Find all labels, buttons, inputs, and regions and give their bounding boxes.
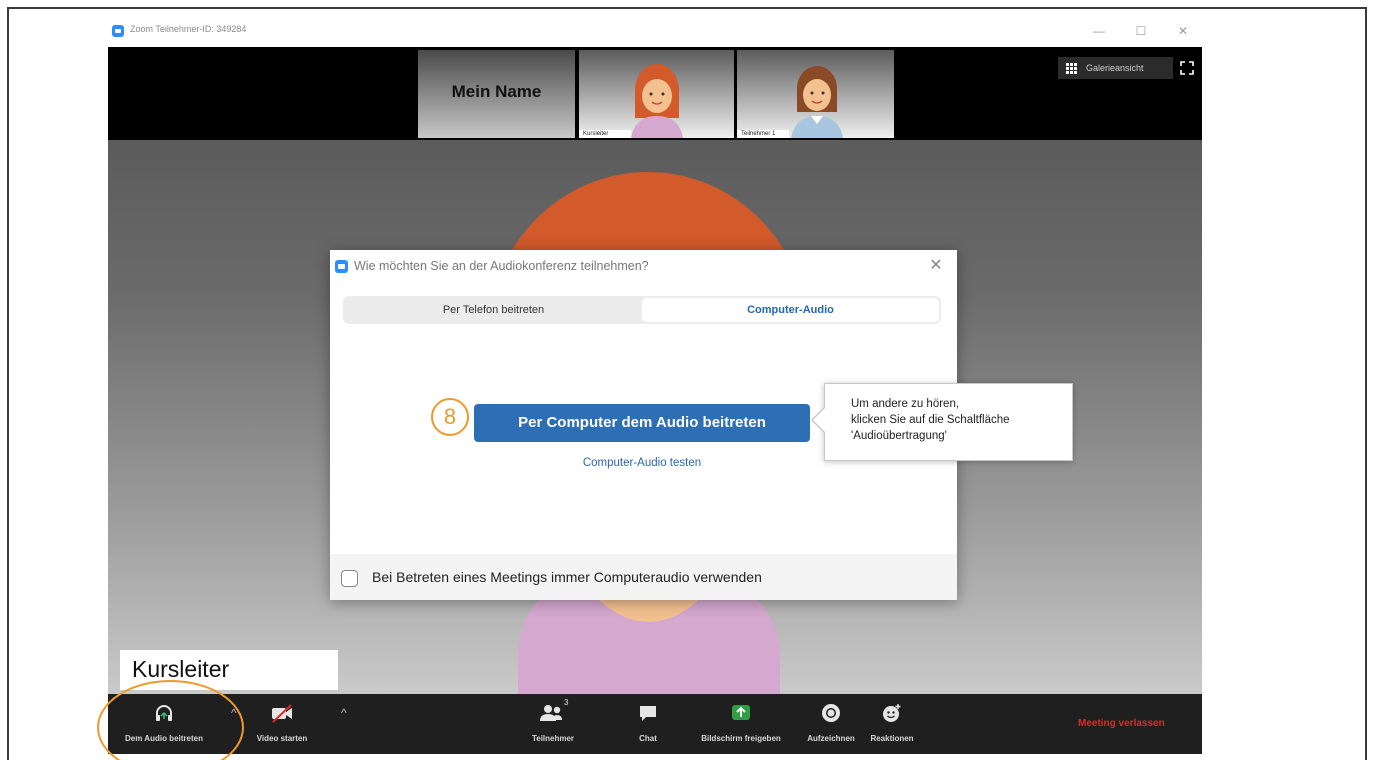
self-thumbnail[interactable]: Mein Name bbox=[418, 50, 575, 138]
audio-tooltip: Um andere zu hören, klicken Sie auf die … bbox=[811, 383, 1073, 461]
audio-tabs: Per Telefon beitreten Computer-Audio bbox=[343, 296, 941, 324]
always-computer-audio-label: Bei Betreten eines Meetings immer Comput… bbox=[372, 569, 762, 585]
fullscreen-icon bbox=[1180, 61, 1194, 75]
thumbnail-strip: Mein Name Kursleiter Teilnehmer 1 Galeri… bbox=[108, 47, 1202, 140]
zoom-app-icon bbox=[112, 25, 124, 37]
kursleiter-avatar bbox=[631, 64, 683, 138]
dialog-title: Wie möchten Sie an der Audiokonferenz te… bbox=[354, 259, 649, 273]
share-screen-button[interactable]: Bildschirm freigeben bbox=[686, 694, 796, 754]
participants-label: Teilnehmer bbox=[531, 734, 575, 743]
participant-thumbnail[interactable]: Teilnehmer 1 bbox=[737, 50, 894, 138]
gallery-view-button[interactable]: Galerieansicht bbox=[1058, 57, 1173, 79]
reactions-label: Reaktionen bbox=[870, 734, 914, 743]
window-title: Zoom Teilnehmer-ID: 349284 bbox=[130, 24, 247, 34]
maximize-button[interactable]: ☐ bbox=[1130, 22, 1152, 40]
step-number-badge: 8 bbox=[431, 398, 469, 436]
tab-computer-audio[interactable]: Computer-Audio bbox=[642, 298, 939, 322]
start-video-label: Video starten bbox=[256, 734, 308, 743]
record-button[interactable]: Aufzeichnen bbox=[802, 694, 860, 754]
share-screen-label: Bildschirm freigeben bbox=[701, 734, 781, 743]
test-computer-audio-link[interactable]: Computer-Audio testen bbox=[550, 457, 734, 469]
window-titlebar: Zoom Teilnehmer-ID: 349284 — ☐ ✕ bbox=[108, 17, 1202, 45]
chat-icon bbox=[640, 706, 656, 721]
reactions-icon bbox=[883, 704, 901, 722]
video-off-icon bbox=[272, 704, 292, 723]
join-computer-audio-button[interactable]: Per Computer dem Audio beitreten bbox=[474, 404, 810, 442]
fullscreen-button[interactable] bbox=[1176, 57, 1198, 79]
dialog-footer: Bei Betreten eines Meetings immer Comput… bbox=[330, 554, 957, 600]
chat-button[interactable]: Chat bbox=[623, 694, 673, 754]
participants-button[interactable]: 3 Teilnehmer bbox=[518, 694, 588, 754]
gallery-view-label: Galerieansicht bbox=[1086, 63, 1144, 73]
dialog-titlebar: Wie möchten Sie an der Audiokonferenz te… bbox=[330, 250, 957, 282]
grid-icon bbox=[1066, 63, 1077, 74]
tooltip-line: klicken Sie auf die Schaltfläche bbox=[851, 414, 1010, 426]
participant-thumbnail[interactable]: Kursleiter bbox=[579, 50, 734, 138]
minimize-button[interactable]: — bbox=[1088, 22, 1110, 40]
always-computer-audio-checkbox[interactable] bbox=[341, 570, 358, 587]
record-icon bbox=[822, 704, 840, 722]
close-window-button[interactable]: ✕ bbox=[1172, 22, 1194, 40]
participants-count: 3 bbox=[564, 698, 569, 707]
dialog-close-icon[interactable]: ✕ bbox=[926, 256, 946, 276]
self-name: Mein Name bbox=[451, 82, 542, 101]
start-video-button[interactable]: Video starten bbox=[246, 694, 318, 754]
meeting-toolbar: Dem Audio beitreten ^ Video starten ^ 3 … bbox=[108, 694, 1202, 754]
thumbnail-label: Kursleiter bbox=[579, 130, 631, 138]
chat-label: Chat bbox=[639, 734, 657, 743]
reactions-button[interactable]: Reaktionen bbox=[864, 694, 920, 754]
tooltip-line: 'Audioübertragung' bbox=[851, 430, 947, 442]
video-options-chevron-icon[interactable]: ^ bbox=[341, 706, 347, 720]
thumbnail-label: Teilnehmer 1 bbox=[737, 130, 789, 138]
zoom-app-icon bbox=[335, 260, 348, 273]
share-screen-icon bbox=[732, 705, 750, 720]
tooltip-line: Um andere zu hören, bbox=[851, 398, 960, 410]
teilnehmer-avatar bbox=[791, 66, 843, 138]
tab-phone[interactable]: Per Telefon beitreten bbox=[345, 298, 642, 322]
record-label: Aufzeichnen bbox=[807, 734, 855, 743]
leave-meeting-button[interactable]: Meeting verlassen bbox=[1078, 718, 1165, 729]
